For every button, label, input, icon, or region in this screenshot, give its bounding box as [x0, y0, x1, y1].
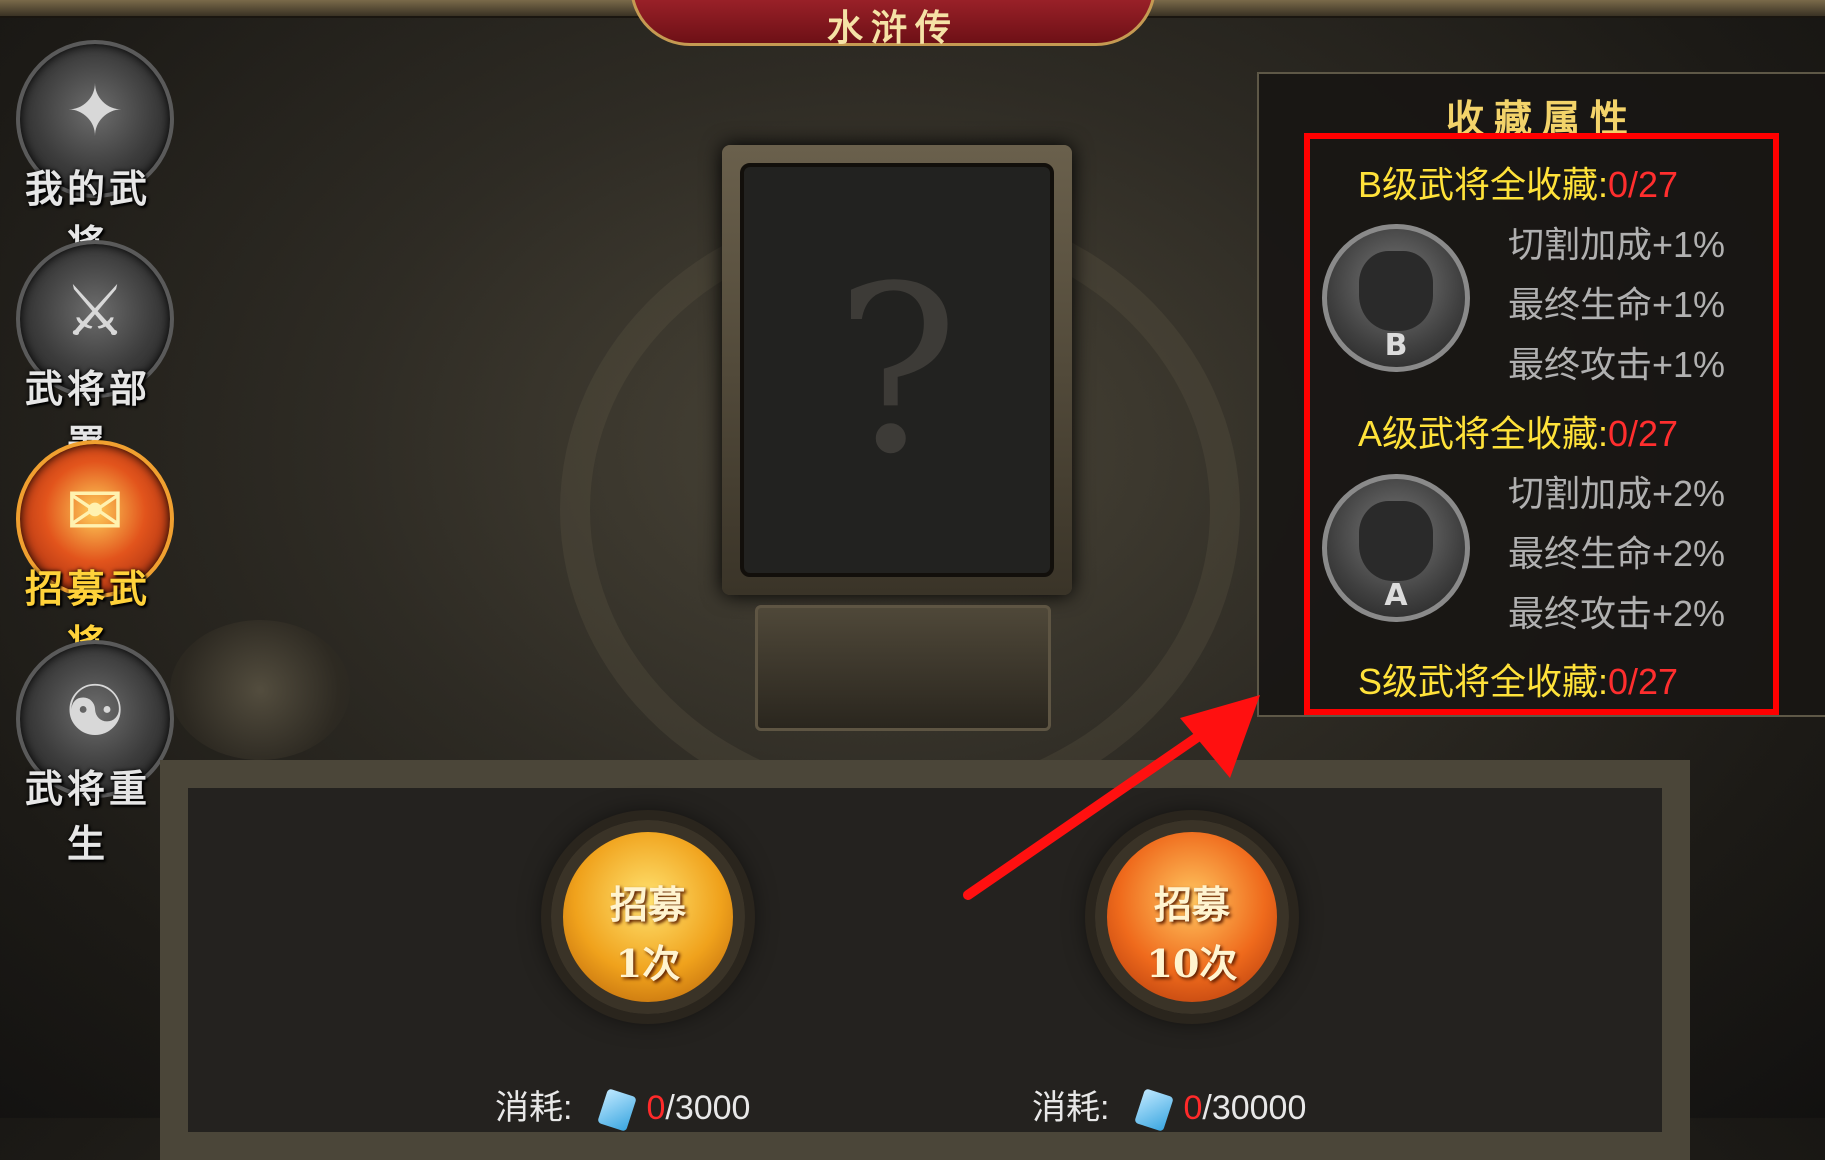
- ticket-icon: [597, 1088, 638, 1132]
- cost-have: 0: [1183, 1089, 1203, 1127]
- cost-ten: 消耗: 0/30000: [1032, 1080, 1307, 1132]
- cost-need: /3000: [665, 1089, 751, 1127]
- recruit-panel: [160, 760, 1690, 1160]
- question-mark-icon: ?: [835, 238, 959, 505]
- cost-label: 消耗:: [495, 1089, 573, 1127]
- cost-once: 消耗: 0/3000: [495, 1080, 751, 1132]
- dragon-ornament: [170, 620, 350, 760]
- cost-label: 消耗:: [1032, 1089, 1110, 1127]
- nav-deploy-generals[interactable]: ⚔ 武将部署: [8, 240, 174, 466]
- cost-need: /30000: [1202, 1089, 1307, 1127]
- highlight-box: [1304, 133, 1779, 715]
- title-banner: 水浒传: [630, 0, 1156, 49]
- nav-rebirth-generals[interactable]: ☯ 武将重生: [8, 640, 174, 866]
- nav-my-generals[interactable]: ✦ 我的武将: [8, 40, 174, 266]
- cost-have: 0: [646, 1089, 666, 1127]
- red-arrow-annotation: [963, 695, 1260, 900]
- card-frame: ?: [722, 145, 1072, 595]
- ticket-icon: [1134, 1088, 1175, 1132]
- banner-title: 水浒传: [826, 7, 959, 49]
- nav-label-rebirth-generals: 武将重生: [24, 766, 151, 866]
- mystery-card: ?: [740, 163, 1054, 577]
- recruit-once-button[interactable]: 招募 1次: [551, 820, 745, 1014]
- nav-recruit-generals[interactable]: ✉ 招募武将: [8, 440, 174, 666]
